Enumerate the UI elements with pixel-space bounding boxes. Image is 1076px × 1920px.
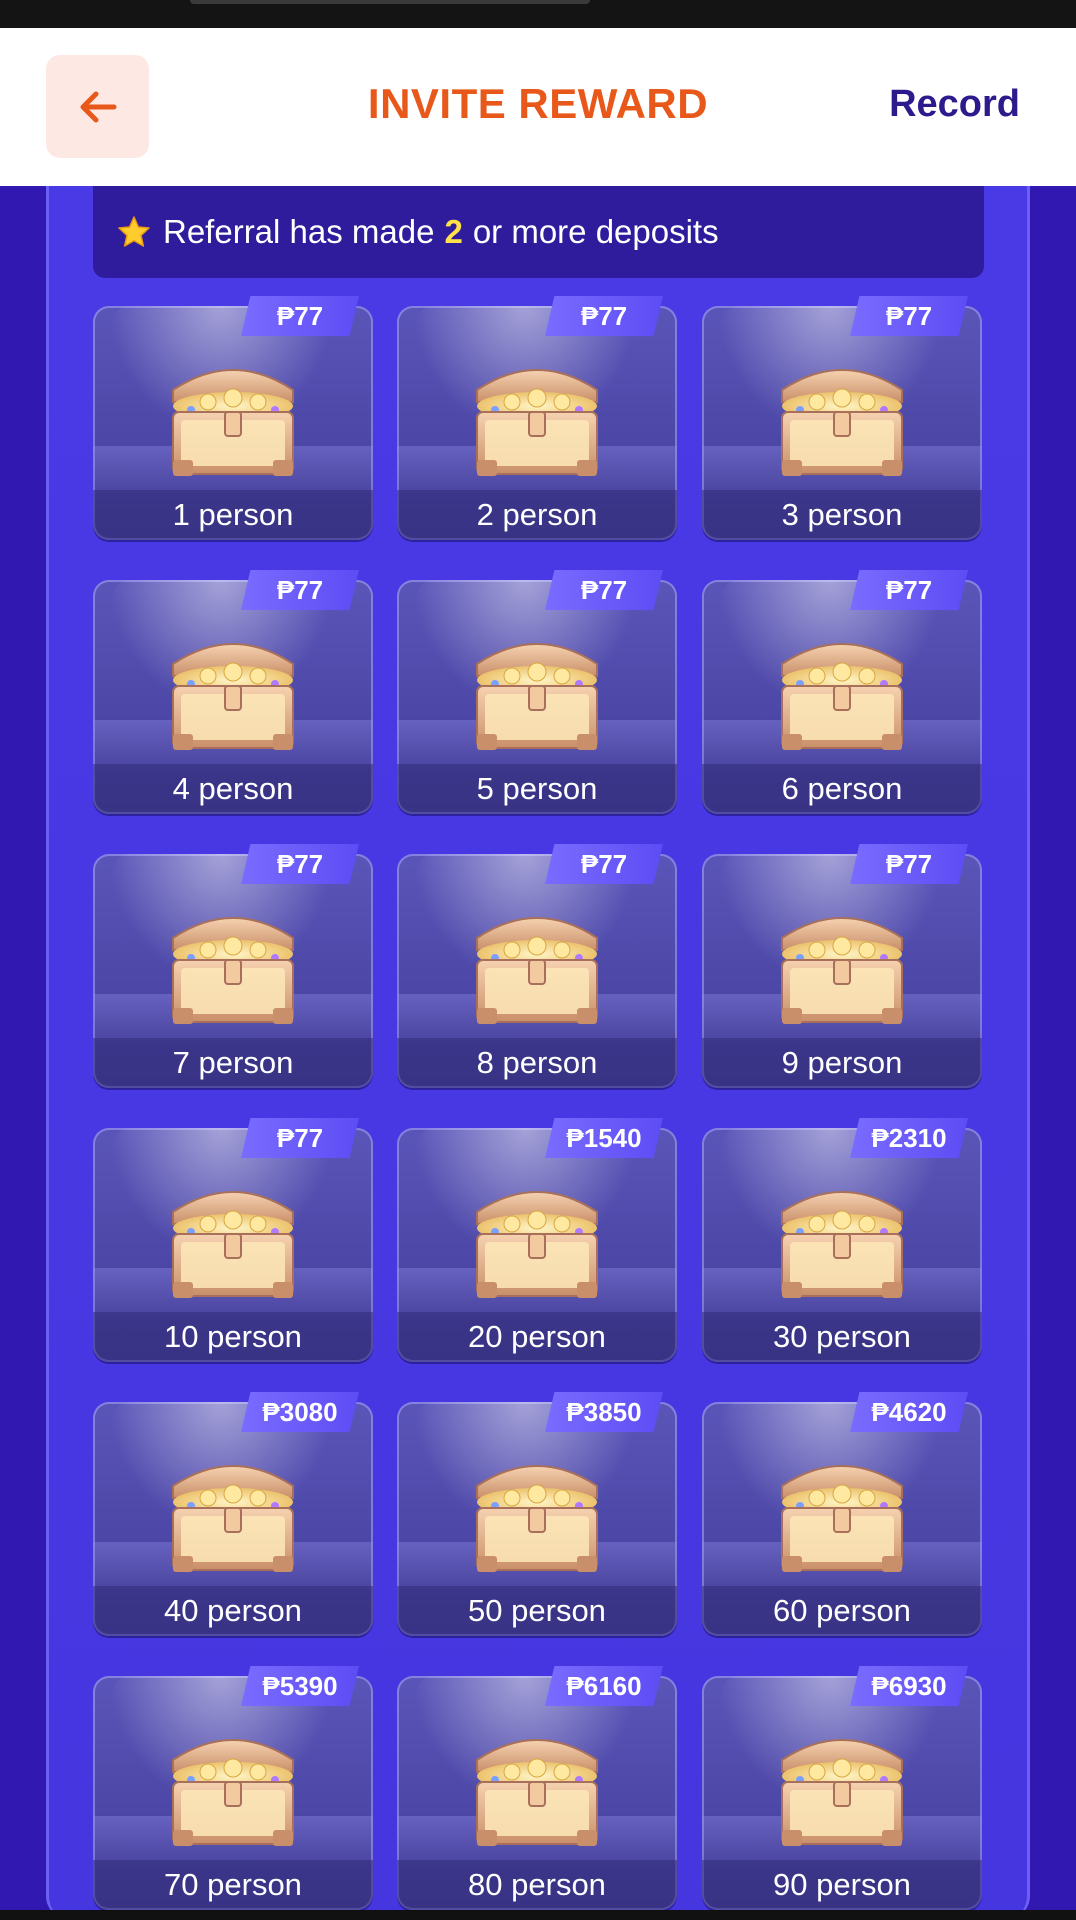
reward-person-label: 7 person bbox=[93, 1038, 373, 1088]
record-link[interactable]: Record bbox=[889, 83, 1020, 126]
reward-amount-badge: ₱6160 bbox=[545, 1666, 663, 1706]
reward-amount-badge: ₱2310 bbox=[850, 1118, 968, 1158]
reward-person-label: 60 person bbox=[702, 1586, 982, 1636]
treasure-chest-icon bbox=[476, 917, 598, 1024]
reward-amount-badge: ₱77 bbox=[850, 844, 968, 884]
status-bar-notch bbox=[190, 0, 590, 4]
reward-person-label: 8 person bbox=[397, 1038, 677, 1088]
reward-amount-badge: ₱6930 bbox=[850, 1666, 968, 1706]
treasure-chest-icon bbox=[476, 369, 598, 476]
reward-card[interactable]: ₱6160 80 person bbox=[397, 1666, 677, 1910]
reward-amount-badge: ₱77 bbox=[850, 296, 968, 336]
reward-card[interactable]: ₱4620 60 person bbox=[702, 1392, 982, 1636]
reward-amount-badge: ₱5390 bbox=[241, 1666, 359, 1706]
treasure-chest-icon bbox=[476, 1465, 598, 1572]
reward-amount-badge: ₱77 bbox=[545, 570, 663, 610]
reward-amount-badge: ₱4620 bbox=[850, 1392, 968, 1432]
reward-person-label: 20 person bbox=[397, 1312, 677, 1362]
treasure-chest-icon bbox=[172, 917, 294, 1024]
reward-amount-badge: ₱77 bbox=[241, 296, 359, 336]
reward-card[interactable]: ₱77 2 person bbox=[397, 296, 677, 540]
treasure-chest-icon bbox=[476, 643, 598, 750]
treasure-chest-icon bbox=[172, 369, 294, 476]
reward-amount-badge: ₱3850 bbox=[545, 1392, 663, 1432]
reward-card[interactable]: ₱3080 40 person bbox=[93, 1392, 373, 1636]
reward-amount-badge: ₱77 bbox=[241, 570, 359, 610]
reward-amount-badge: ₱1540 bbox=[545, 1118, 663, 1158]
reward-amount-badge: ₱3080 bbox=[241, 1392, 359, 1432]
reward-person-label: 10 person bbox=[93, 1312, 373, 1362]
reward-person-label: 50 person bbox=[397, 1586, 677, 1636]
main-content: Referral has made 2 or more deposits ₱77… bbox=[0, 186, 1076, 1920]
treasure-chest-icon bbox=[172, 1191, 294, 1298]
treasure-chest-icon bbox=[781, 1465, 903, 1572]
treasure-chest-icon bbox=[476, 1191, 598, 1298]
reward-person-label: 40 person bbox=[93, 1586, 373, 1636]
reward-amount-badge: ₱77 bbox=[850, 570, 968, 610]
condition-text-after: or more deposits bbox=[472, 213, 719, 250]
reward-person-label: 6 person bbox=[702, 764, 982, 814]
reward-person-label: 1 person bbox=[93, 490, 373, 540]
reward-card[interactable]: ₱77 4 person bbox=[93, 570, 373, 814]
reward-amount-badge: ₱77 bbox=[545, 296, 663, 336]
reward-person-label: 3 person bbox=[702, 490, 982, 540]
reward-card[interactable]: ₱77 5 person bbox=[397, 570, 677, 814]
treasure-chest-icon bbox=[781, 1739, 903, 1846]
condition-banner: Referral has made 2 or more deposits bbox=[93, 186, 984, 278]
star-icon bbox=[118, 216, 150, 247]
reward-person-label: 70 person bbox=[93, 1860, 373, 1910]
reward-card[interactable]: ₱77 7 person bbox=[93, 844, 373, 1088]
reward-amount-badge: ₱77 bbox=[545, 844, 663, 884]
treasure-chest-icon bbox=[172, 643, 294, 750]
reward-card[interactable]: ₱77 8 person bbox=[397, 844, 677, 1088]
reward-card[interactable]: ₱2310 30 person bbox=[702, 1118, 982, 1362]
treasure-chest-icon bbox=[781, 1191, 903, 1298]
bottom-bar bbox=[0, 1910, 1076, 1920]
reward-person-label: 2 person bbox=[397, 490, 677, 540]
condition-number: 2 bbox=[444, 213, 463, 250]
reward-person-label: 80 person bbox=[397, 1860, 677, 1910]
reward-amount-badge: ₱77 bbox=[241, 1118, 359, 1158]
reward-person-label: 9 person bbox=[702, 1038, 982, 1088]
condition-text-before: Referral has made bbox=[163, 213, 435, 250]
reward-card[interactable]: ₱5390 70 person bbox=[93, 1666, 373, 1910]
treasure-chest-icon bbox=[781, 369, 903, 476]
reward-card[interactable]: ₱77 3 person bbox=[702, 296, 982, 540]
treasure-chest-icon bbox=[781, 643, 903, 750]
reward-card[interactable]: ₱77 1 person bbox=[93, 296, 373, 540]
reward-person-label: 30 person bbox=[702, 1312, 982, 1362]
treasure-chest-icon bbox=[781, 917, 903, 1024]
treasure-chest-icon bbox=[476, 1739, 598, 1846]
reward-card[interactable]: ₱77 6 person bbox=[702, 570, 982, 814]
treasure-chest-icon bbox=[172, 1465, 294, 1572]
reward-card[interactable]: ₱6930 90 person bbox=[702, 1666, 982, 1910]
treasure-chest-icon bbox=[172, 1739, 294, 1846]
reward-amount-badge: ₱77 bbox=[241, 844, 359, 884]
status-bar bbox=[0, 0, 1076, 28]
reward-person-label: 90 person bbox=[702, 1860, 982, 1910]
reward-card[interactable]: ₱1540 20 person bbox=[397, 1118, 677, 1362]
reward-card[interactable]: ₱77 10 person bbox=[93, 1118, 373, 1362]
reward-card[interactable]: ₱3850 50 person bbox=[397, 1392, 677, 1636]
reward-person-label: 5 person bbox=[397, 764, 677, 814]
reward-card[interactable]: ₱77 9 person bbox=[702, 844, 982, 1088]
reward-person-label: 4 person bbox=[93, 764, 373, 814]
header: INVITE REWARD Record bbox=[0, 28, 1076, 186]
